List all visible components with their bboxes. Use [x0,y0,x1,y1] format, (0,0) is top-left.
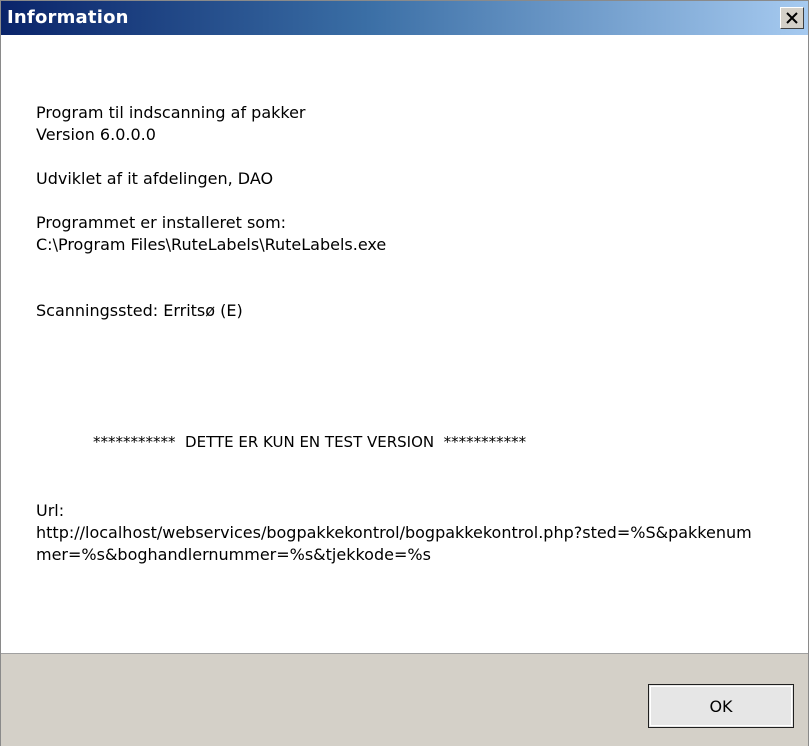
scan-location-text: Scanningssted: Erritsø (E) [36,301,243,320]
developer-text: Udviklet af it afdelingen, DAO [36,169,274,188]
version-text: Version 6.0.0.0 [36,125,156,144]
url-label: Url: [36,501,65,520]
title-bar[interactable]: Information [1,1,808,35]
url-value: http://localhost/webservices/bogpakkekon… [36,523,752,564]
installed-path: C:\Program Files\RuteLabels\RuteLabels.e… [36,235,387,254]
ok-button-label: OK [709,696,733,716]
close-button[interactable] [780,7,804,29]
installed-label: Programmet er installeret som: [36,213,287,232]
information-dialog: Information Program til indscanning af p… [0,0,809,746]
button-bar: OK [1,653,808,746]
window-title: Information [7,7,129,28]
close-icon [786,12,798,24]
info-content: Program til indscanning af pakker Versio… [36,102,776,566]
test-version-notice: *********** DETTE ER KUN EN TEST VERSION… [93,433,527,451]
program-name-text: Program til indscanning af pakker [36,103,306,122]
ok-button[interactable]: OK [648,684,794,728]
